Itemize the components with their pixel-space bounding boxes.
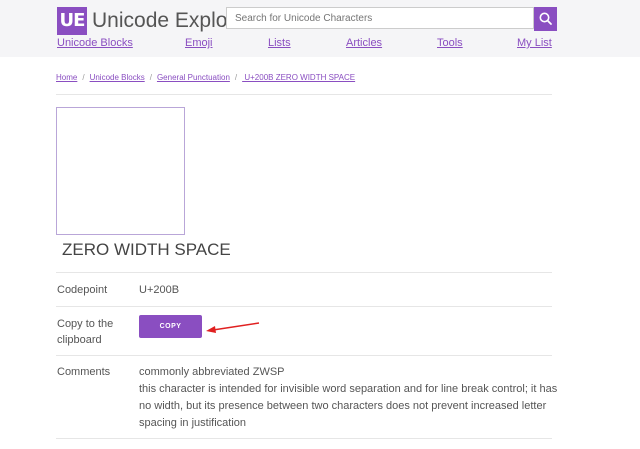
- breadcrumb-current[interactable]: U+200B ZERO WIDTH SPACE: [242, 73, 355, 82]
- character-glyph-box: ​: [56, 107, 185, 235]
- breadcrumb-separator: /: [149, 73, 152, 82]
- divider: [56, 94, 552, 95]
- nav-unicode-blocks[interactable]: Unicode Blocks: [57, 37, 133, 49]
- divider: [56, 272, 552, 273]
- copy-label-line: Copy to the: [57, 318, 114, 330]
- copy-label-line: clipboard: [57, 334, 102, 346]
- divider: [56, 306, 552, 307]
- breadcrumb: Home / Unicode Blocks / General Punctuation /…: [56, 73, 355, 82]
- breadcrumb-separator: /: [234, 73, 238, 82]
- comments-label: Comments: [57, 366, 111, 378]
- nav-emoji[interactable]: Emoji: [185, 37, 213, 49]
- search-button[interactable]: [534, 7, 557, 31]
- nav-tools[interactable]: Tools: [437, 37, 463, 49]
- search-icon: [539, 12, 552, 25]
- comment-line: spacing in justification: [139, 417, 247, 429]
- comments-text: commonly abbreviated ZWSP this character…: [139, 364, 557, 432]
- divider: [56, 355, 552, 356]
- nav-articles[interactable]: Articles: [346, 37, 382, 49]
- logo-icon[interactable]: UE: [57, 7, 87, 35]
- codepoint-label: Codepoint: [57, 284, 108, 296]
- nav-my-list[interactable]: My List: [517, 37, 552, 49]
- breadcrumb-general-punctuation[interactable]: General Punctuation: [157, 73, 230, 82]
- breadcrumb-unicode-blocks[interactable]: Unicode Blocks: [90, 73, 145, 82]
- character-name: ZERO WIDTH SPACE: [62, 240, 231, 259]
- nav-lists[interactable]: Lists: [268, 37, 291, 49]
- copy-button[interactable]: COPY: [139, 315, 202, 338]
- breadcrumb-separator: /: [82, 73, 85, 82]
- codepoint-value: U+200B: [139, 284, 180, 296]
- annotation-arrow-icon: [206, 322, 260, 333]
- comment-line: this character is intended for invisible…: [139, 383, 558, 395]
- site-header: UE Unicode Explorer Unicode Blocks Emoji…: [0, 0, 640, 57]
- comment-line: commonly abbreviated ZWSP: [139, 366, 285, 378]
- copy-label: Copy to the clipboard: [57, 316, 113, 348]
- comment-line: no width, but its presence between two c…: [139, 400, 547, 412]
- search-input[interactable]: [226, 7, 534, 29]
- divider: [56, 438, 552, 439]
- breadcrumb-home[interactable]: Home: [56, 73, 77, 82]
